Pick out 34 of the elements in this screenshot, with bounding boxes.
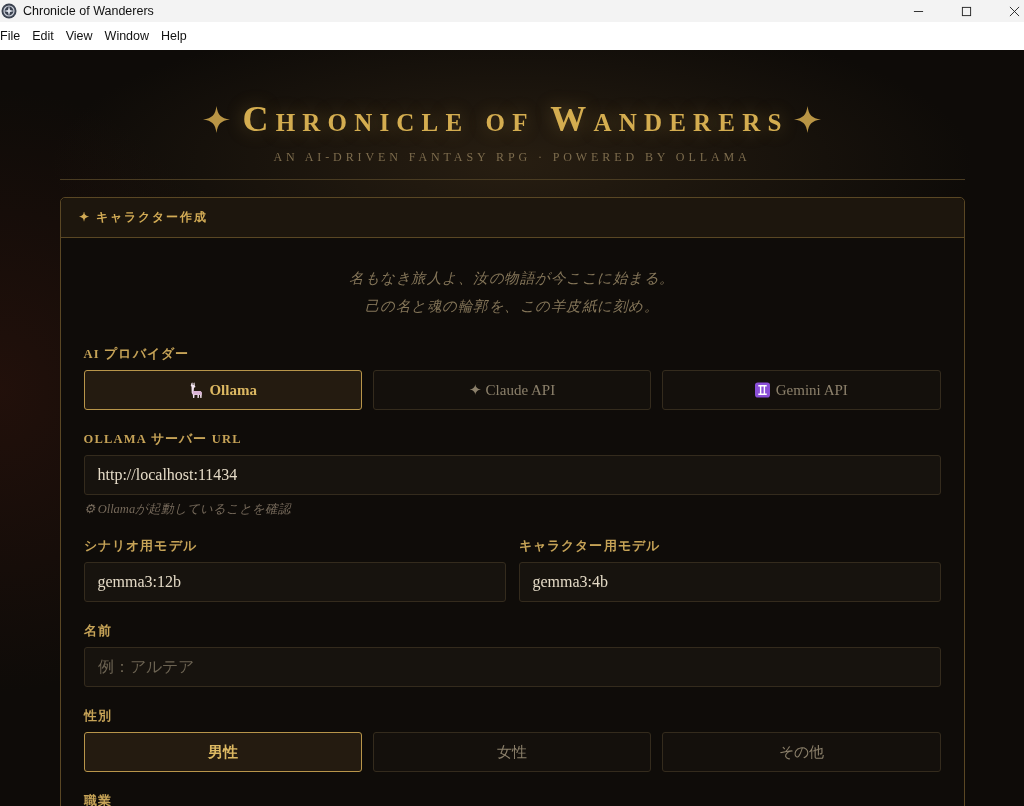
option-button[interactable]: 男性 <box>83 732 362 772</box>
menu-item[interactable]: Edit <box>26 27 60 45</box>
text-field[interactable]: 例：アルテア <box>83 647 941 687</box>
gemini-sign-icon <box>754 382 770 398</box>
option-button[interactable]: ✦ Claude API <box>372 370 652 410</box>
window-title: Chronicle of Wanderers <box>23 4 154 18</box>
intro-text: 己の名と魂の輪郭を、この羊皮紙に刻め。 <box>364 297 660 316</box>
menu-item[interactable]: Window <box>98 27 156 45</box>
option-button[interactable]: Ollama <box>83 370 362 410</box>
maximize-icon <box>960 5 972 17</box>
text-field[interactable]: gemma3:12b <box>83 562 506 602</box>
llama-icon <box>188 382 204 398</box>
field-label: 性別 <box>83 709 112 723</box>
option-button[interactable]: 女性 <box>372 732 652 772</box>
menu-item[interactable]: Help <box>155 27 193 45</box>
field-label: 名前 <box>83 624 112 638</box>
text-field[interactable]: http://localhost:11434 <box>83 455 941 495</box>
hint-text: ⚙ Ollamaが起動していることを確認 <box>83 502 292 517</box>
text-field[interactable]: gemma3:4b <box>518 562 941 602</box>
intro-text: 名もなき旅人よ、汝の物語が今ここに始まる。 <box>349 269 675 288</box>
option-button[interactable]: その他 <box>662 732 941 772</box>
field-label: AI プロバイダー <box>83 347 190 361</box>
field-label: シナリオ用モデル <box>83 539 198 553</box>
app-subtitle: AN AI-DRIVEN FANTASY RPG · POWERED BY OLLAMA <box>273 150 751 164</box>
app-icon <box>1 3 17 19</box>
field-label: OLLAMA サーバー URL <box>83 432 242 446</box>
card-title: ✦ キャラクター作成 <box>78 209 208 226</box>
field-label: キャラクター用モデル <box>518 539 661 553</box>
close-icon <box>1008 5 1020 17</box>
menu-item[interactable]: View <box>59 27 99 45</box>
option-button[interactable]: Gemini API <box>662 370 941 410</box>
menu-item[interactable]: File <box>0 27 27 45</box>
app-title: Chronicle of Wanderers <box>242 98 789 140</box>
sparkle-icon <box>793 105 821 133</box>
